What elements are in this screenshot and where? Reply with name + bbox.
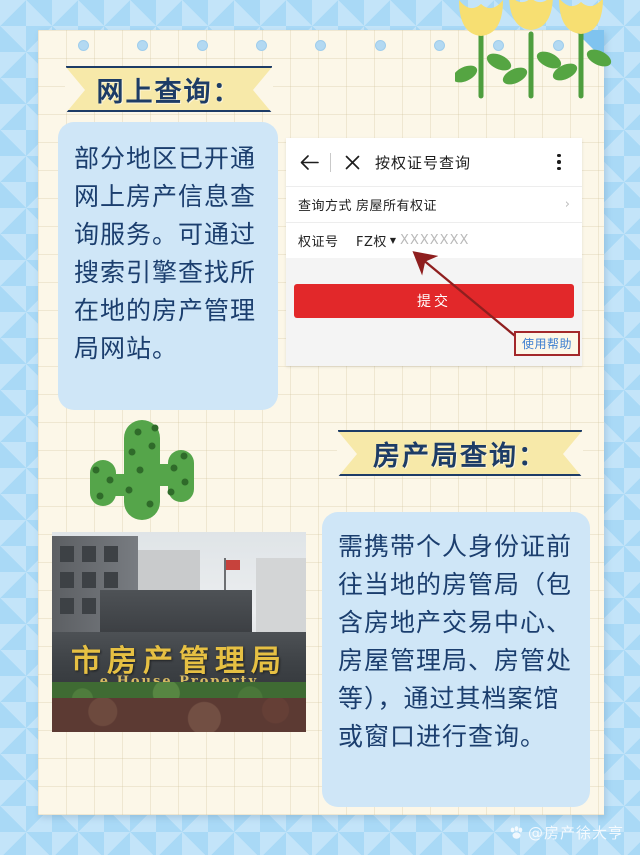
form-label: 权证号 xyxy=(298,235,339,250)
banner-online-query: 网上查询： xyxy=(65,66,273,114)
binder-hole xyxy=(196,39,208,51)
tulip-flowers-icon xyxy=(455,0,612,99)
banner-label: 房产局查询： xyxy=(373,440,547,472)
form-value: 房屋所有权证 xyxy=(356,199,438,214)
help-annotation-label: 使用帮助 xyxy=(522,337,573,351)
binder-hole xyxy=(315,39,327,51)
certificate-type-selector[interactable]: FZ权 xyxy=(356,231,387,250)
arrow-left-icon[interactable] xyxy=(298,151,320,173)
banner-housing-bureau-query: 房产局查询： xyxy=(337,430,583,478)
binder-hole xyxy=(78,39,90,51)
cactus-icon xyxy=(90,420,194,520)
watermark: @房产徐大亨 xyxy=(509,822,624,843)
watermark-text: @房产徐大亨 xyxy=(527,824,624,842)
body-text: 需携带个人身份证前往当地的房管局（包含房地产交易中心、房屋管理局、房管处等），通… xyxy=(338,532,573,751)
text-box-housing-bureau-query: 需携带个人身份证前往当地的房管局（包含房地产交易中心、房屋管理局、房管处等），通… xyxy=(322,512,590,807)
app-title: 按权证号查询 xyxy=(375,153,472,172)
app-header: 按权证号查询 xyxy=(286,138,582,186)
chevron-down-icon[interactable]: ▼ xyxy=(390,236,396,245)
photo-back-wall xyxy=(100,590,252,638)
building-photo: 市房产管理局 e House Property xyxy=(52,532,306,732)
binder-hole xyxy=(256,39,268,51)
photo-shrubs xyxy=(52,698,306,732)
form-row-query-method[interactable]: 查询方式 房屋所有权证 › xyxy=(286,186,582,222)
text-box-online-query: 部分地区已开通网上房产信息查询服务。可通过搜索引擎查找所在地的房产管理局网站。 xyxy=(58,122,278,410)
form-label: 查询方式 xyxy=(298,199,353,214)
photo-flag xyxy=(226,560,240,570)
header-divider xyxy=(330,152,331,172)
close-icon[interactable] xyxy=(341,151,363,173)
binder-hole xyxy=(374,39,386,51)
more-vertical-icon[interactable] xyxy=(548,151,570,173)
help-annotation-box: 使用帮助 xyxy=(514,331,581,356)
photo-building-right xyxy=(256,558,306,636)
binder-hole xyxy=(137,39,149,51)
body-text: 部分地区已开通网上房产信息查询服务。可通过搜索引擎查找所在地的房产管理局网站。 xyxy=(74,144,257,363)
banner-label: 网上查询： xyxy=(96,76,242,108)
paw-icon xyxy=(510,826,523,839)
chevron-right-icon: › xyxy=(564,197,570,212)
binder-hole xyxy=(434,39,446,51)
